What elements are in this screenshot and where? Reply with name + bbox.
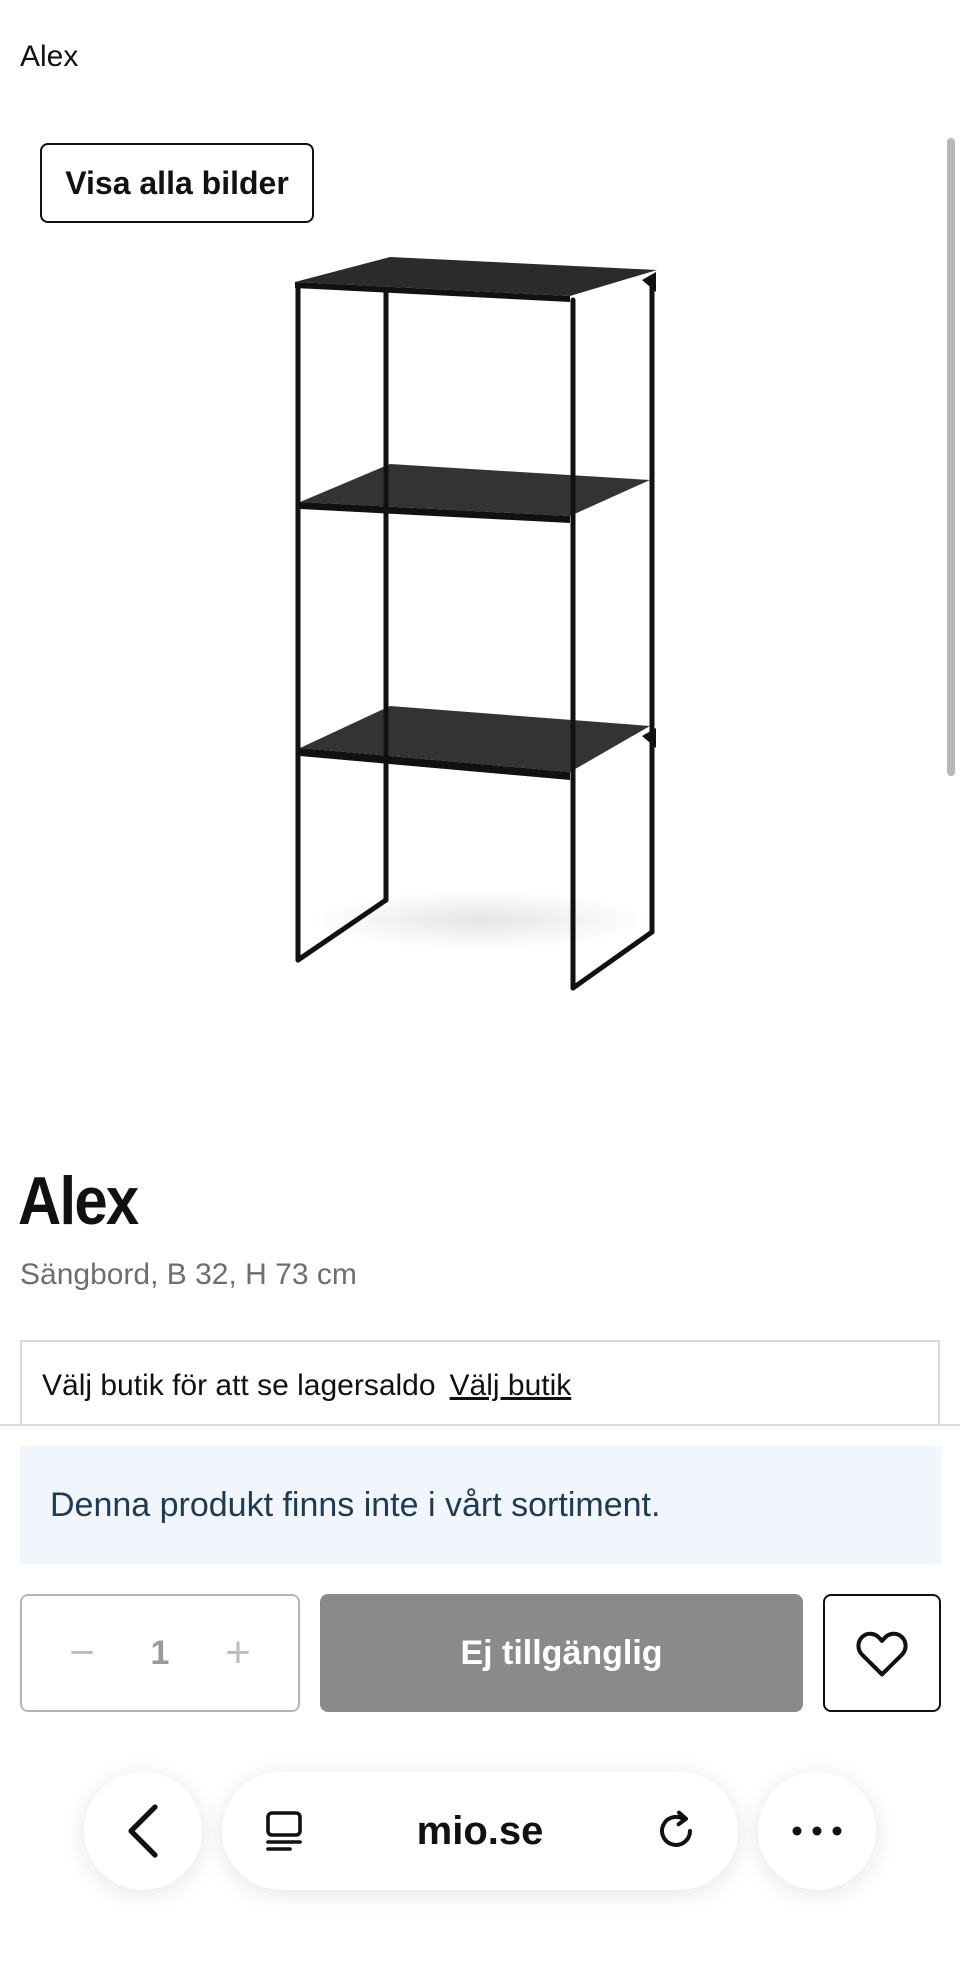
availability-notice: Denna produkt finns inte i vårt sortimen… — [20, 1446, 942, 1564]
view-all-images-button[interactable]: Visa alla bilder — [40, 143, 314, 223]
product-title: Alex — [18, 1163, 139, 1239]
choose-store-link[interactable]: Välj butik — [450, 1369, 572, 1403]
more-dots-icon — [792, 1826, 842, 1836]
browser-back-button[interactable] — [84, 1772, 202, 1890]
tabs-icon[interactable] — [262, 1809, 306, 1853]
add-to-cart-button[interactable]: Ej tillgänglig — [320, 1594, 803, 1712]
browser-url[interactable]: mio.se — [417, 1809, 544, 1854]
quantity-value[interactable]: 1 — [122, 1616, 198, 1690]
reload-icon[interactable] — [654, 1809, 698, 1853]
availability-notice-text: Denna produkt finns inte i vårt sortimen… — [50, 1485, 661, 1524]
favorite-button[interactable] — [823, 1594, 941, 1712]
product-subtitle: Sängbord, B 32, H 73 cm — [20, 1258, 357, 1291]
store-selector: Välj butik för att se lagersaldo Välj bu… — [20, 1340, 940, 1430]
browser-address-bar[interactable]: mio.se — [222, 1772, 738, 1890]
browser-more-button[interactable] — [758, 1772, 876, 1890]
breadcrumb[interactable]: Alex — [20, 40, 78, 74]
quantity-decrease-button[interactable]: − — [52, 1616, 112, 1690]
chevron-left-icon — [128, 1804, 158, 1858]
product-image — [295, 257, 657, 991]
store-prompt: Välj butik för att se lagersaldo — [42, 1369, 436, 1402]
scrollbar[interactable] — [947, 138, 955, 776]
quantity-stepper: − 1 + — [20, 1594, 300, 1712]
quantity-increase-button[interactable]: + — [208, 1616, 268, 1690]
heart-icon — [856, 1631, 908, 1677]
